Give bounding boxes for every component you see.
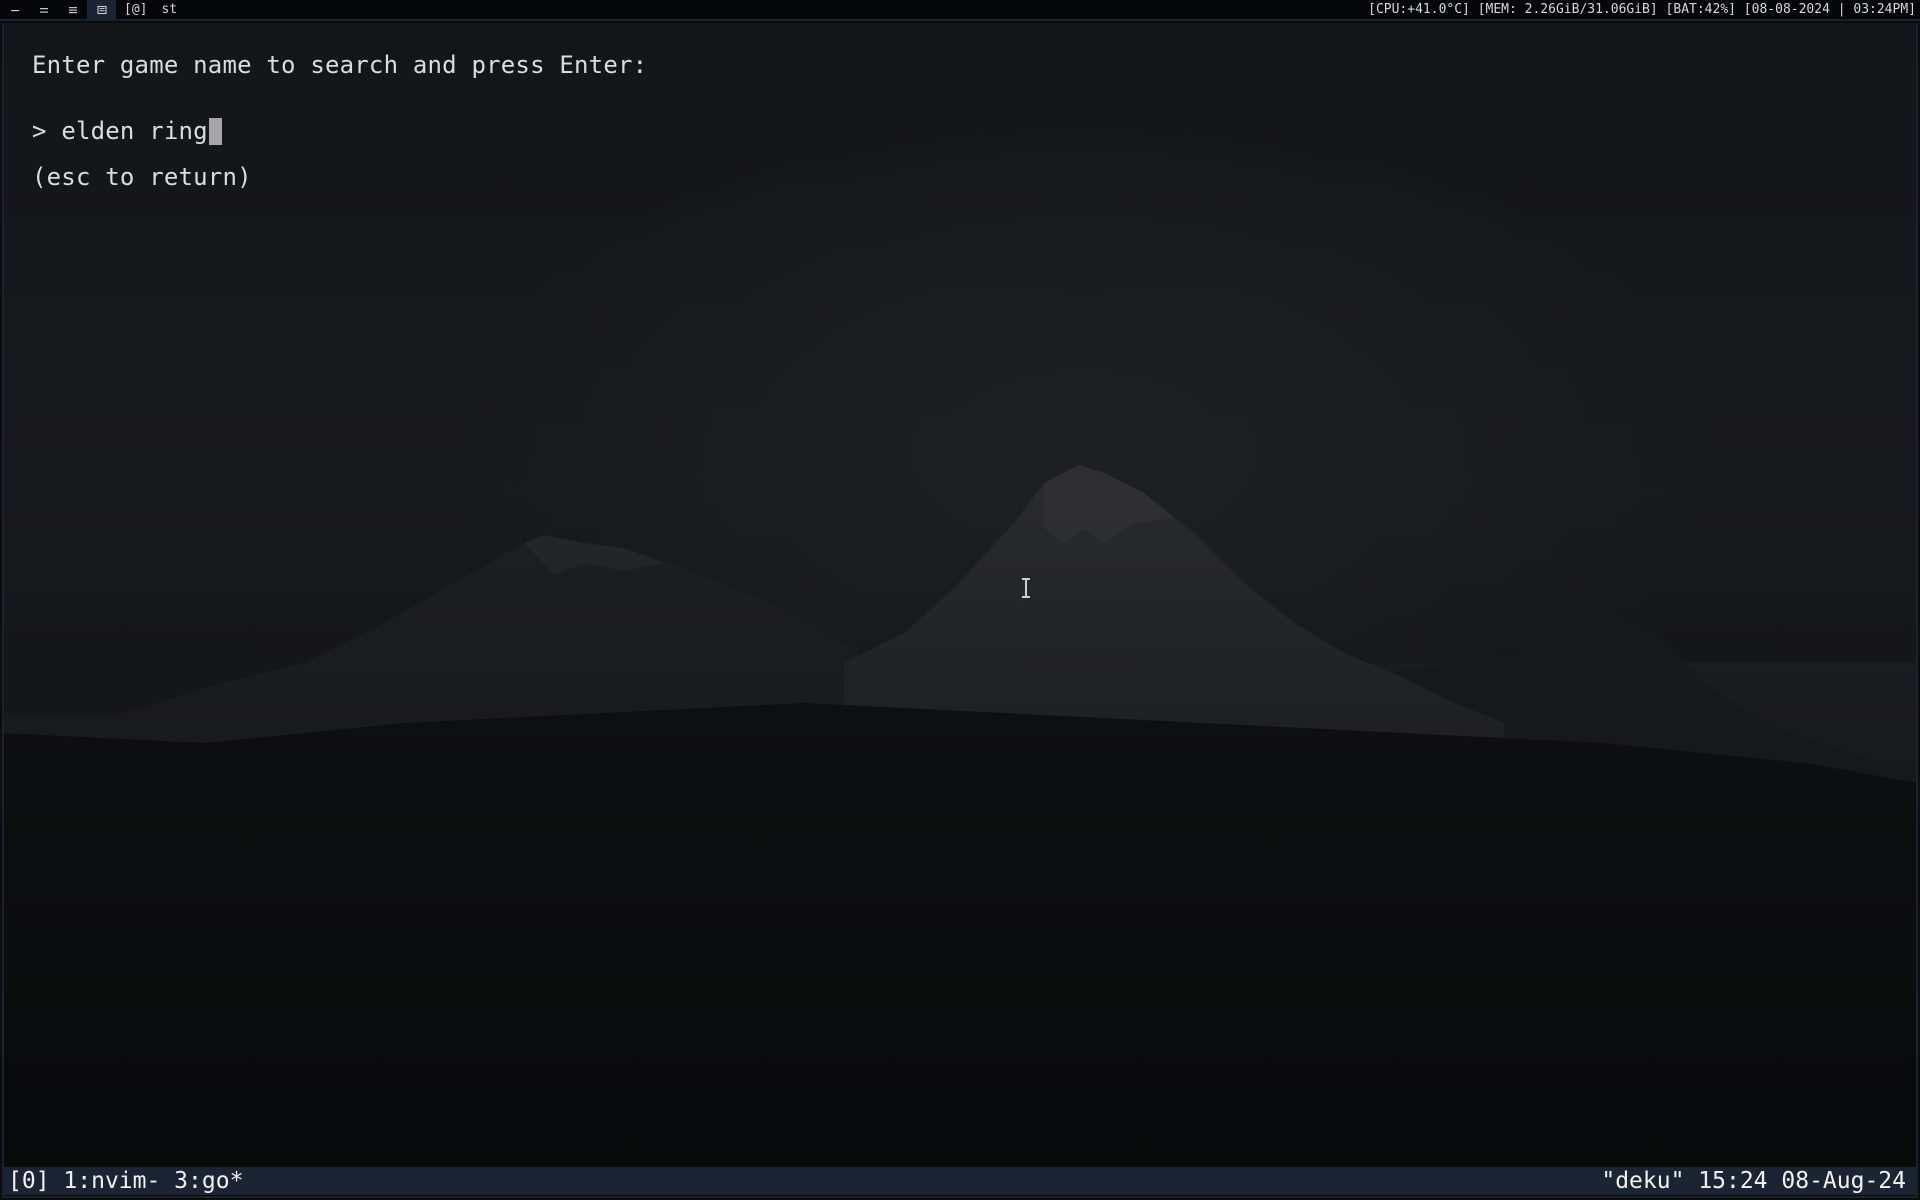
tmux-spacer <box>50 1168 64 1194</box>
layout-symbol[interactable]: [@] <box>116 2 155 17</box>
escape-hint: (esc to return) <box>32 163 252 191</box>
system-status: [CPU:+41.0°C] [MEM: 2.26GiB/31.06GiB] [B… <box>1368 2 1916 17</box>
search-input[interactable]: > elden ring <box>32 103 647 159</box>
tag-2-icon <box>39 7 48 13</box>
tmux-status-bar: [0] 1:nvim- 3:go* "deku" 15:24 08-Aug-24 <box>4 1167 1916 1195</box>
terminal-window[interactable]: Enter game name to search and press Ente… <box>2 23 1918 1198</box>
tag-1-icon <box>10 9 19 11</box>
tag-2[interactable] <box>29 0 58 19</box>
prompt-symbol: > <box>32 117 47 145</box>
tag-4[interactable] <box>87 0 116 19</box>
tag-3-icon <box>68 6 77 13</box>
search-input-value[interactable]: elden ring <box>61 113 208 149</box>
tmux-host-clock: "deku" 15:24 08-Aug-24 <box>1601 1168 1906 1194</box>
tag-3[interactable] <box>58 0 87 19</box>
ibeam-cursor-icon <box>1022 578 1030 598</box>
window-title: st <box>161 2 178 17</box>
tag-1[interactable] <box>0 0 29 19</box>
tmux-window-list[interactable]: 1:nvim- 3:go* <box>63 1168 243 1194</box>
tmux-session[interactable]: [0] <box>8 1168 50 1194</box>
wm-top-bar: [@] st [CPU:+41.0°C] [MEM: 2.26GiB/31.06… <box>0 0 1920 21</box>
text-cursor <box>208 117 222 145</box>
game-search-tui: Enter game name to search and press Ente… <box>32 47 647 215</box>
tag-4-icon <box>96 5 107 14</box>
prompt-heading: Enter game name to search and press Ente… <box>32 51 648 79</box>
